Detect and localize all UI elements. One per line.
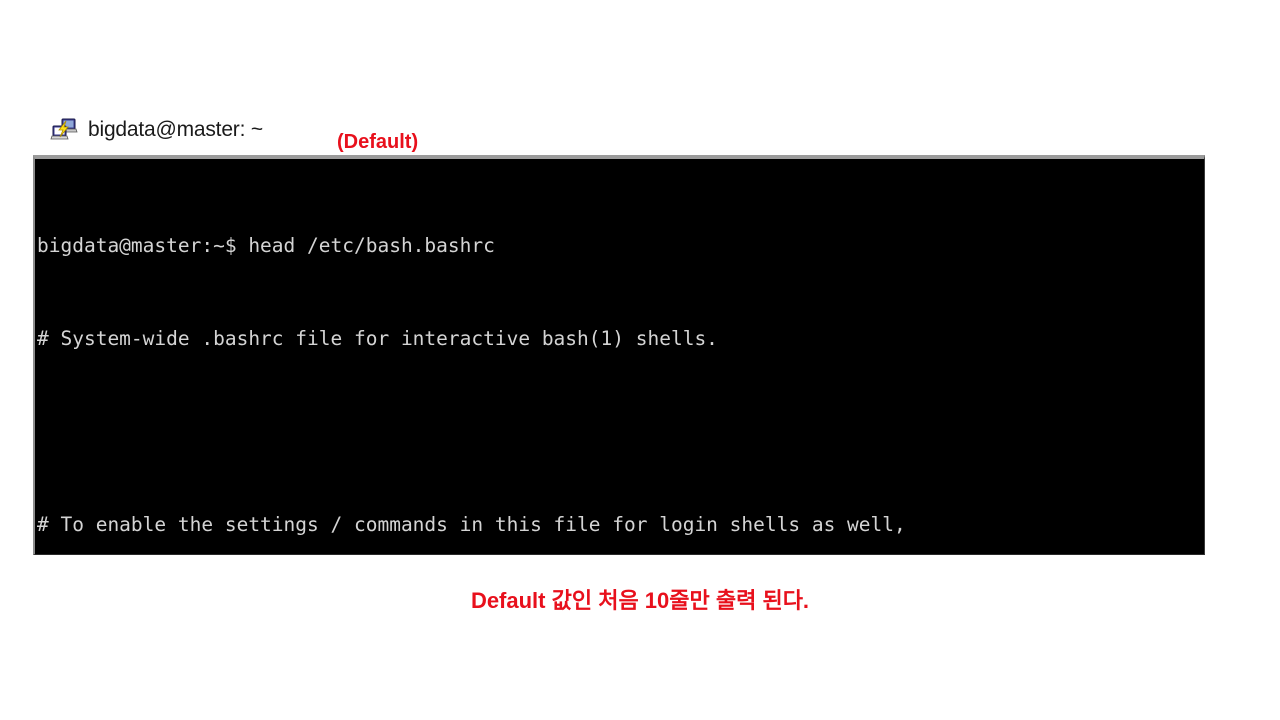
putty-terminal-icon [50,116,78,144]
default-annotation-label: (Default) [337,131,419,153]
bottom-caption: Default 값인 처음 10줄만 출력 된다. [470,588,810,613]
terminal-window[interactable]: bigdata@master:~$ head /etc/bash.bashrc … [33,155,1205,555]
terminal-line: # To enable the settings / commands in t… [37,513,906,536]
terminal-line: # System-wide .bashrc file for interacti… [37,327,718,350]
window-title-text: bigdata@master: ~ [88,118,263,141]
terminal-screen[interactable]: bigdata@master:~$ head /etc/bash.bashrc … [35,159,1204,554]
window-titlebar: bigdata@master: ~ [50,112,263,148]
terminal-line: bigdata@master:~$ head /etc/bash.bashrc [37,234,495,257]
